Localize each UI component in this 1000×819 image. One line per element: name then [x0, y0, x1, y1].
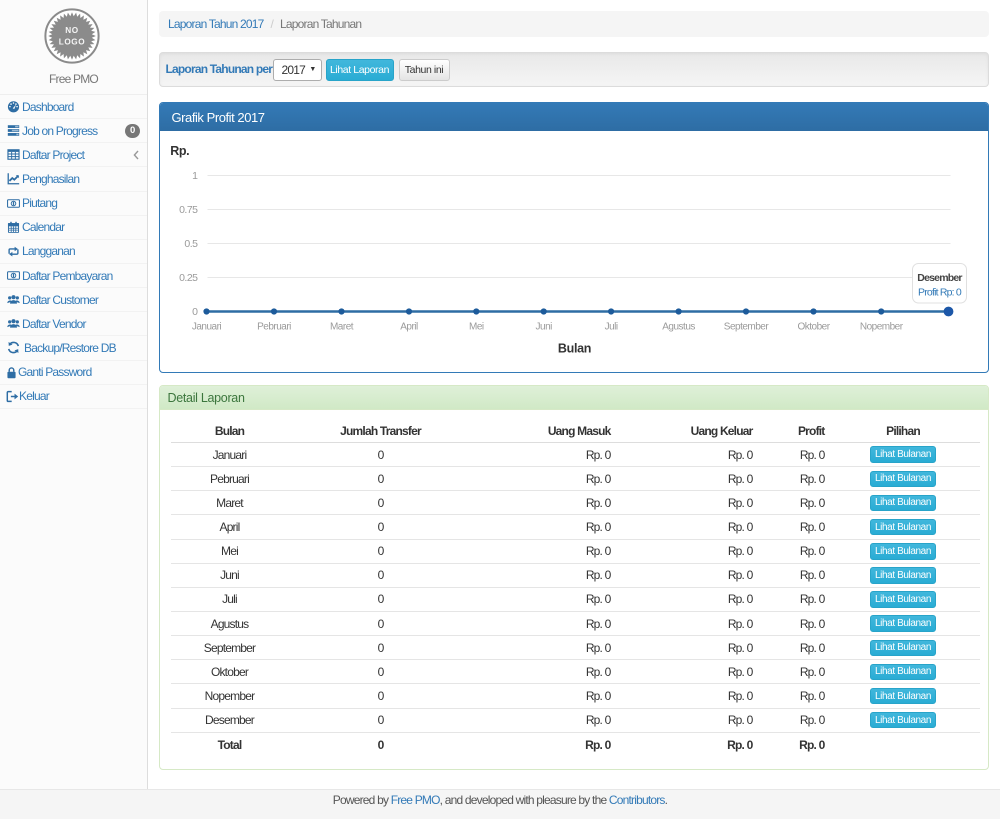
svg-text:April: April [400, 322, 418, 333]
svg-text:Mei: Mei [468, 322, 483, 333]
svg-text:Profit Rp: 0: Profit Rp: 0 [918, 286, 962, 298]
svg-text:Juni: Juni [535, 322, 552, 333]
svg-text:Oktober: Oktober [797, 322, 830, 333]
svg-text:Nopember: Nopember [859, 322, 903, 333]
svg-text:NO: NO [65, 26, 79, 35]
svg-text:Desember: Desember [917, 272, 962, 284]
svg-text:Bulan: Bulan [557, 342, 590, 356]
svg-text:1: 1 [192, 170, 198, 182]
svg-text:Maret: Maret [329, 322, 353, 333]
svg-text:0.25: 0.25 [179, 272, 198, 284]
svg-text:Agustus: Agustus [662, 322, 695, 333]
svg-text:September: September [723, 322, 769, 333]
svg-text:Pebruari: Pebruari [257, 322, 291, 333]
svg-text:0: 0 [192, 306, 198, 318]
svg-text:0.75: 0.75 [179, 204, 198, 216]
svg-text:0.5: 0.5 [184, 238, 198, 250]
svg-text:LOGO: LOGO [59, 38, 86, 47]
svg-text:Januari: Januari [191, 322, 221, 333]
svg-text:Juli: Juli [604, 322, 617, 333]
svg-text:Rp.: Rp. [170, 144, 189, 158]
